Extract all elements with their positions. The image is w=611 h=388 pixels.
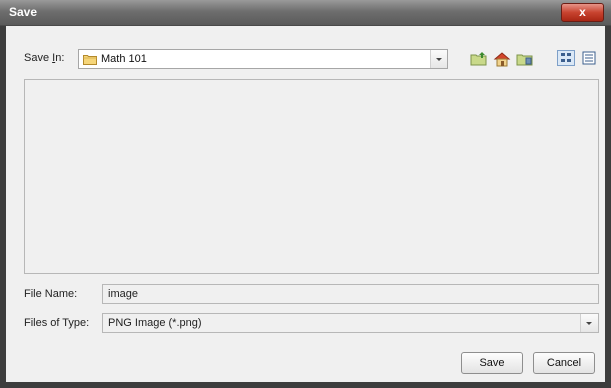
files-of-type-dropdown[interactable]: PNG Image (*.png): [102, 313, 599, 333]
details-view-icon[interactable]: [580, 50, 598, 66]
up-folder-icon[interactable]: [470, 51, 488, 67]
folder-icon: [83, 53, 97, 65]
save-dialog: Save x Save In: Math 101 File Name: imag…: [0, 0, 611, 388]
files-of-type-value: PNG Image (*.png): [108, 317, 202, 329]
new-folder-icon[interactable]: [516, 51, 534, 67]
file-name-value: image: [108, 288, 138, 300]
files-of-type-label: Files of Type:: [24, 317, 90, 329]
home-icon[interactable]: [493, 51, 511, 67]
title-bar[interactable]: Save x: [0, 0, 611, 26]
file-name-field[interactable]: image: [102, 284, 599, 304]
file-list[interactable]: [24, 79, 599, 274]
window-frame-bottom: [0, 382, 611, 388]
file-name-label: File Name:: [24, 288, 78, 300]
close-icon: x: [579, 5, 586, 19]
window-title: Save: [9, 5, 38, 19]
save-in-label: Save In:: [24, 52, 65, 64]
cancel-button[interactable]: Cancel: [533, 352, 595, 374]
window-frame-right: [605, 26, 611, 388]
list-view-icon[interactable]: [557, 50, 575, 66]
chevron-down-icon[interactable]: [580, 314, 598, 332]
save-button[interactable]: Save: [461, 352, 523, 374]
chevron-down-icon[interactable]: [430, 50, 447, 68]
dialog-body: Save In: Math 101 File Name: image Files…: [6, 26, 605, 382]
close-button[interactable]: x: [561, 3, 604, 22]
save-in-dropdown[interactable]: Math 101: [78, 49, 448, 69]
save-in-value: Math 101: [101, 53, 147, 65]
